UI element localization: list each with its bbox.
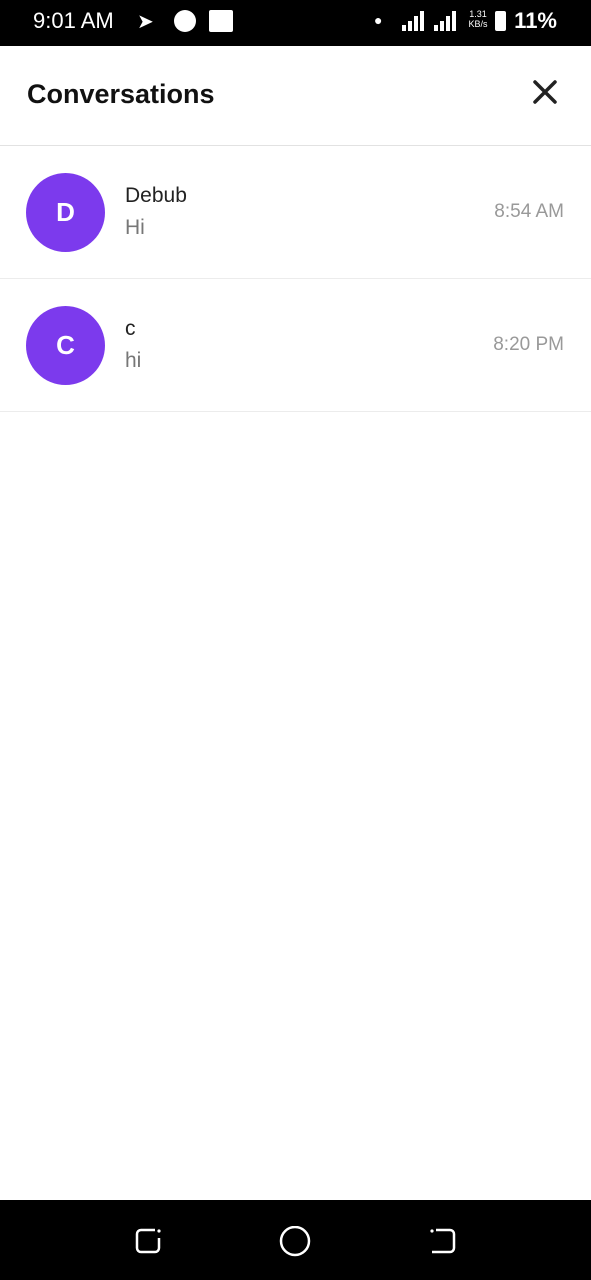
- back-icon[interactable]: [428, 1226, 458, 1261]
- conversation-item[interactable]: D Debub Hi 8:54 AM: [0, 146, 591, 279]
- battery-icon: [495, 11, 506, 31]
- contact-name: Debub: [125, 184, 187, 207]
- shop-icon: [209, 10, 233, 32]
- battery-level: 11%: [514, 8, 557, 33]
- net-speed: 1.31 KB/s: [468, 9, 488, 29]
- page-title: Conversations: [27, 79, 215, 109]
- recents-icon[interactable]: [133, 1226, 163, 1261]
- conversation-item[interactable]: C c hi 8:20 PM: [0, 279, 591, 412]
- close-icon[interactable]: [529, 76, 561, 108]
- header: Conversations: [0, 46, 591, 146]
- navigation-bar: [0, 1200, 591, 1280]
- message-time: 8:20 PM: [493, 334, 564, 355]
- status-time: 9:01 AM: [33, 8, 114, 33]
- status-bar: 9:01 AM ➤ ● 1.31 KB/s 11%: [0, 0, 591, 46]
- contact-name: c: [125, 317, 136, 340]
- signal-icon: [402, 11, 456, 31]
- app-icon: [174, 10, 196, 32]
- home-icon[interactable]: [279, 1225, 311, 1263]
- message-time: 8:54 AM: [494, 201, 564, 222]
- avatar: D: [26, 173, 105, 252]
- avatar: C: [26, 306, 105, 385]
- telegram-icon: ➤: [137, 11, 154, 33]
- notification-dot-icon: ●: [374, 12, 383, 28]
- last-message: Hi: [125, 216, 145, 239]
- last-message: hi: [125, 349, 142, 372]
